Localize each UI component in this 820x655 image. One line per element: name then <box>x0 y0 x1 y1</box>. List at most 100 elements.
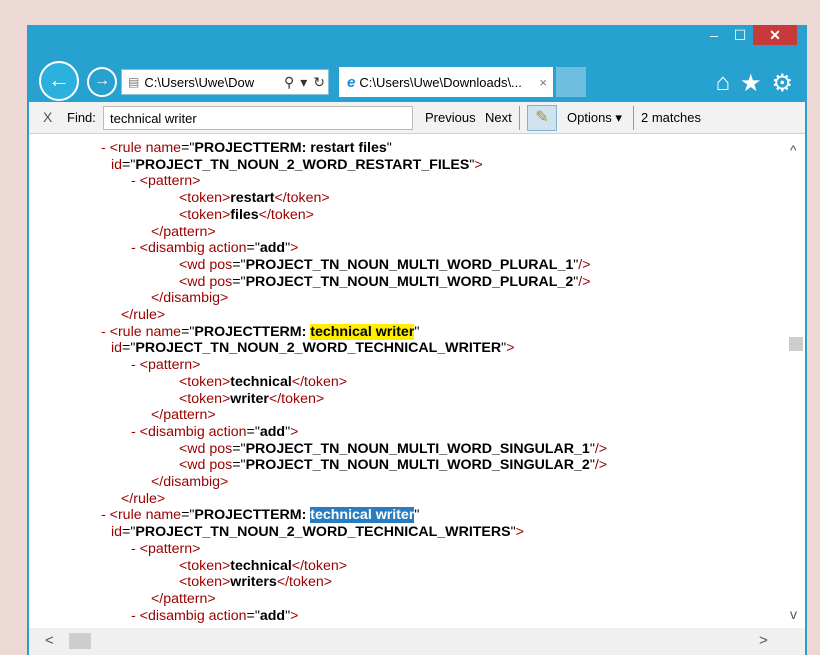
divider <box>633 106 634 130</box>
code-token: =" <box>181 140 195 156</box>
find-match-count: 2 matches <box>641 110 701 125</box>
code-line: <token>technical</token> <box>179 373 347 391</box>
code-token: action <box>208 607 247 624</box>
code-token: - <disambig <box>131 240 209 257</box>
search-match-highlight: technical writer <box>310 507 415 524</box>
dropdown-icon[interactable]: ▾ <box>300 74 307 91</box>
code-line: - <rule name="PROJECTTERM: restart files… <box>101 139 392 157</box>
find-options-button[interactable]: Options ▾ <box>567 110 622 126</box>
scroll-up-icon[interactable]: ^ <box>790 142 797 158</box>
scroll-thumb[interactable] <box>789 337 803 351</box>
tab-title: C:\Users\Uwe\Downloads\... <box>359 74 522 90</box>
code-token: " <box>414 507 420 524</box>
code-line: id="PROJECT_TN_NOUN_2_WORD_TECHNICAL_WRI… <box>111 339 514 357</box>
code-line: </rule> <box>121 490 165 508</box>
code-token: > <box>515 524 524 541</box>
code-token: > <box>290 607 299 624</box>
code-line: - <pattern> <box>131 172 200 190</box>
code-token: - <pattern> <box>131 540 201 557</box>
code-token: =" <box>232 273 246 290</box>
scroll-left-icon[interactable]: < <box>45 632 54 649</box>
code-token: add <box>259 607 286 624</box>
code-token: files <box>230 206 259 223</box>
code-token: pos <box>209 457 233 474</box>
minimize-button[interactable]: – <box>701 25 727 45</box>
code-line: - <disambig action="add"> <box>131 607 298 625</box>
scroll-right-icon[interactable]: > <box>759 632 768 649</box>
gear-icon[interactable]: ⚙ <box>771 69 793 98</box>
home-icon[interactable]: ⌂ <box>715 69 730 98</box>
code-line: - <pattern> <box>131 540 200 558</box>
search-icon[interactable]: ⚲ <box>284 74 294 91</box>
window-caption-buttons: – ☐ ✕ <box>701 25 797 45</box>
scroll-down-icon[interactable]: v <box>790 606 797 622</box>
code-token: pos <box>209 440 233 457</box>
tab-active[interactable]: e C:\Users\Uwe\Downloads\... × <box>339 67 553 97</box>
code-line: <token>restart</token> <box>179 189 330 207</box>
code-token: =" <box>246 607 260 624</box>
code-token: PROJECT_TN_NOUN_MULTI_WORD_PLURAL_1 <box>245 256 574 273</box>
code-token: /> <box>594 440 608 457</box>
highlight-pen-icon[interactable]: ✎ <box>527 105 557 131</box>
code-line: - <rule name="PROJECTTERM: technical wri… <box>101 506 419 524</box>
close-window-button[interactable]: ✕ <box>753 25 797 45</box>
code-line: <token>files</token> <box>179 206 314 224</box>
code-token: > <box>474 156 483 173</box>
code-token: <token> <box>179 557 231 574</box>
favorites-star-icon[interactable]: ★ <box>740 69 762 98</box>
code-token: </token> <box>276 574 333 591</box>
code-token: =" <box>232 457 246 474</box>
code-token: PROJECT_TN_NOUN_2_WORD_TECHNICAL_WRITERS <box>135 524 511 541</box>
code-token: <token> <box>179 390 231 407</box>
code-line: </disambig> <box>151 473 228 491</box>
code-token: writers <box>230 574 277 591</box>
horizontal-scrollbar[interactable]: < > <box>29 628 805 655</box>
code-token: <wd <box>179 440 210 457</box>
code-line: <token>writers</token> <box>179 573 332 591</box>
code-token: /> <box>578 256 591 273</box>
divider <box>519 106 520 130</box>
code-token: /> <box>594 457 608 474</box>
hscroll-thumb[interactable] <box>69 633 91 649</box>
code-token: </pattern> <box>151 407 216 424</box>
code-token: name <box>145 140 182 156</box>
address-text: C:\Users\Uwe\Dow <box>144 74 255 90</box>
code-token: </token> <box>274 190 330 207</box>
find-previous-button[interactable]: Previous <box>425 110 476 125</box>
navigation-bar: ← → ▤ C:\Users\Uwe\Dow ⚲ ▾ ↻ e C:\Users\… <box>29 55 805 107</box>
forward-button[interactable]: → <box>87 67 117 97</box>
code-token: id <box>111 340 123 357</box>
code-token: </pattern> <box>151 590 216 607</box>
code-token: action <box>208 423 247 440</box>
find-close-button[interactable]: X <box>43 109 52 125</box>
tab-close-button[interactable]: × <box>539 75 547 90</box>
xml-content[interactable]: - <rule name="PROJECTTERM: restart files… <box>29 134 787 628</box>
code-token: <token> <box>179 190 231 207</box>
code-token: add <box>259 423 286 440</box>
code-token: name <box>145 507 182 524</box>
code-token: =" <box>232 440 246 457</box>
code-token: add <box>259 240 286 257</box>
code-line: </pattern> <box>151 590 216 608</box>
code-token: " <box>414 323 420 340</box>
maximize-button[interactable]: ☐ <box>727 25 753 45</box>
code-line: - <disambig action="add"> <box>131 239 298 257</box>
find-next-button[interactable]: Next <box>485 110 512 125</box>
code-token: PROJECT_TN_NOUN_2_WORD_RESTART_FILES <box>135 156 470 173</box>
code-token: > <box>290 423 299 440</box>
code-token: - <rule <box>101 507 146 524</box>
code-token: =" <box>122 524 136 541</box>
new-tab-button[interactable] <box>556 67 586 97</box>
code-token: - <disambig <box>131 607 209 624</box>
vertical-scrollbar[interactable]: ^ v <box>787 134 805 628</box>
code-token: </disambig> <box>151 290 229 307</box>
back-button[interactable]: ← <box>39 61 79 101</box>
code-token: PROJECTTERM: <box>194 507 311 524</box>
code-token: pos <box>209 273 233 290</box>
code-token: </token> <box>268 390 325 407</box>
refresh-icon[interactable]: ↻ <box>313 74 325 91</box>
find-input[interactable] <box>103 106 413 130</box>
address-bar[interactable]: ▤ C:\Users\Uwe\Dow ⚲ ▾ ↻ <box>121 69 329 95</box>
code-line: - <disambig action="add"> <box>131 423 298 441</box>
code-token: <wd <box>179 256 210 273</box>
